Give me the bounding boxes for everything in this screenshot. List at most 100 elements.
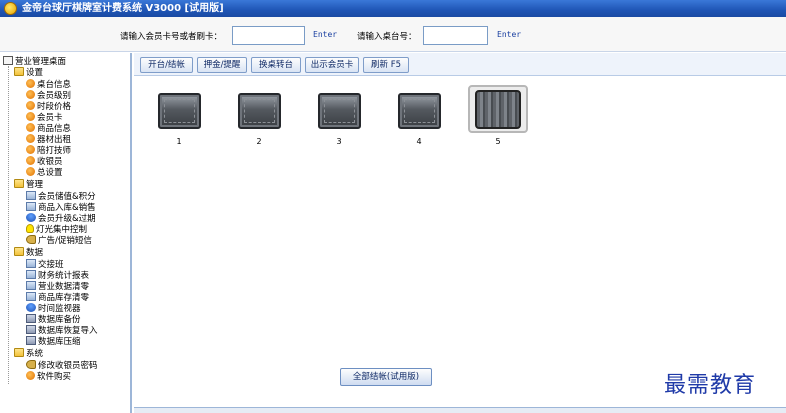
table-number: 2 xyxy=(256,137,262,146)
status-bar xyxy=(134,407,786,413)
orange-dot-icon xyxy=(26,112,35,121)
folder-icon xyxy=(14,348,24,357)
tree-item-time-price[interactable]: 时段价格 xyxy=(26,101,71,112)
clear-icon xyxy=(26,292,36,301)
user-upgrade-icon xyxy=(26,213,36,222)
table-tile-1[interactable]: 1 xyxy=(149,85,209,146)
wallet-icon xyxy=(26,191,36,200)
tree-item-label: 时间监视器 xyxy=(38,304,81,314)
table-tile-3[interactable]: 3 xyxy=(309,85,369,146)
tree-item-label: 软件购买 xyxy=(37,372,72,382)
tree-item-light-control[interactable]: 灯光集中控制 xyxy=(26,224,87,235)
tree-item-label: 商品信息 xyxy=(37,124,72,134)
watermark-text: 最需教育 xyxy=(664,373,757,398)
tree-item-member-deposit-points[interactable]: 会员储值&积分 xyxy=(26,191,96,202)
lookup-bar: 请输入会员卡号或者刷卡： Enter 请输入桌台号： Enter xyxy=(0,17,786,52)
tree-item-clear-business-data[interactable]: 营业数据清零 xyxy=(26,281,89,292)
orange-dot-icon xyxy=(26,90,35,99)
billiard-table-icon xyxy=(398,93,441,129)
tree-item-label: 收银员 xyxy=(37,157,63,167)
tree-item-db-restore[interactable]: 数据库恢复导入 xyxy=(26,325,98,336)
tree-item-label: 营业数据清零 xyxy=(38,282,90,292)
tree-item-clear-stock[interactable]: 商品库存清零 xyxy=(26,292,89,303)
billiard-table-icon xyxy=(238,93,281,129)
handover-icon xyxy=(26,259,36,268)
tree-item-coach[interactable]: 陪打技师 xyxy=(26,145,71,156)
tree-item-cashier[interactable]: 收银员 xyxy=(26,156,63,167)
orange-dot-icon xyxy=(26,167,35,176)
tree-group-settings[interactable]: 设置 xyxy=(14,67,43,78)
table-number-label: 请输入桌台号： xyxy=(357,32,417,42)
table-tile-2[interactable]: 2 xyxy=(229,85,289,146)
table-number-input[interactable] xyxy=(423,26,488,45)
app-icon xyxy=(4,2,17,15)
billiard-table-selected-icon xyxy=(475,90,521,129)
toolbar: 开台/结帐 押金/提醒 换桌转台 出示会员卡 刷新 F5 xyxy=(134,53,786,76)
key-icon xyxy=(26,360,36,369)
megaphone-icon xyxy=(26,235,36,244)
tree-item-db-backup[interactable]: 数据库备份 xyxy=(26,314,81,325)
database-icon xyxy=(26,325,36,334)
sell-member-card-button[interactable]: 出示会员卡 xyxy=(305,57,359,73)
tree-item-label: 数据库压缩 xyxy=(38,337,81,347)
nav-tree: 营业管理桌面 设置 桌台信息 会员级别 时段价格 会员卡 商品信息 器材出租 陪… xyxy=(0,53,132,413)
tree-item-label: 器材出租 xyxy=(37,135,72,145)
orange-dot-icon xyxy=(26,123,35,132)
refresh-button[interactable]: 刷新 F5 xyxy=(363,57,409,73)
tree-guide-line xyxy=(8,66,9,384)
tree-root[interactable]: 营业管理桌面 xyxy=(3,56,66,67)
tree-item-product-info[interactable]: 商品信息 xyxy=(26,123,71,134)
table-number: 1 xyxy=(176,137,182,146)
tree-item-label: 修改收银员密码 xyxy=(38,361,98,371)
tree-group-label: 系统 xyxy=(26,349,44,359)
change-table-button[interactable]: 换桌转台 xyxy=(251,57,301,73)
tree-item-label: 会员储值&积分 xyxy=(38,192,96,202)
orange-dot-icon xyxy=(26,101,35,110)
open-settle-button[interactable]: 开台/结帐 xyxy=(140,57,193,73)
orange-dot-icon xyxy=(26,371,35,380)
tree-item-label: 财务统计报表 xyxy=(38,271,90,281)
tree-item-member-card[interactable]: 会员卡 xyxy=(26,112,63,123)
tree-item-member-upgrade[interactable]: 会员升级&过期 xyxy=(26,213,96,224)
cart-icon xyxy=(26,202,36,211)
tree-item-db-compress[interactable]: 数据库压缩 xyxy=(26,336,81,347)
tree-item-time-monitor[interactable]: 时间监视器 xyxy=(26,303,81,314)
member-card-input[interactable] xyxy=(232,26,305,45)
settle-all-button[interactable]: 全部结帐(试用版) xyxy=(340,368,432,386)
tree-item-change-password[interactable]: 修改收银员密码 xyxy=(26,360,98,371)
tree-group-data[interactable]: 数据 xyxy=(14,247,43,258)
tree-item-label: 交接班 xyxy=(38,260,64,270)
report-icon xyxy=(26,270,36,279)
billiard-table-icon xyxy=(158,93,201,129)
tree-item-label: 会员卡 xyxy=(37,113,63,123)
home-icon xyxy=(3,56,13,65)
window-titlebar: 金帝台球厅棋牌室计费系统 V3000 [试用版] xyxy=(0,0,786,17)
database-icon xyxy=(26,336,36,345)
tree-item-general-settings[interactable]: 总设置 xyxy=(26,167,63,178)
deposit-remind-button[interactable]: 押金/提醒 xyxy=(197,57,247,73)
table-number: 5 xyxy=(495,137,501,146)
table-tile-5[interactable]: 5 xyxy=(468,85,528,146)
tree-item-label: 时段价格 xyxy=(37,102,72,112)
table-tile-4[interactable]: 4 xyxy=(389,85,449,146)
tree-item-finance-report[interactable]: 财务统计报表 xyxy=(26,270,89,281)
tree-item-equipment-rental[interactable]: 器材出租 xyxy=(26,134,71,145)
folder-icon xyxy=(14,179,24,188)
tree-item-label: 商品库存清零 xyxy=(38,293,90,303)
tree-item-sms-promo[interactable]: 广告/促销短信 xyxy=(26,235,92,246)
tree-item-table-info[interactable]: 桌台信息 xyxy=(26,79,71,90)
billiard-table-icon xyxy=(318,93,361,129)
orange-dot-icon xyxy=(26,134,35,143)
tree-item-shift-handover[interactable]: 交接班 xyxy=(26,259,64,270)
orange-dot-icon xyxy=(26,156,35,165)
tree-group-system[interactable]: 系统 xyxy=(14,348,43,359)
tree-group-label: 数据 xyxy=(26,248,44,258)
tree-item-label: 桌台信息 xyxy=(37,80,72,90)
table-panel: 开台/结帐 押金/提醒 换桌转台 出示会员卡 刷新 F5 1 2 3 4 5 全… xyxy=(134,53,786,413)
clear-icon xyxy=(26,281,36,290)
member-card-label: 请输入会员卡号或者刷卡： xyxy=(120,32,223,42)
tree-group-management[interactable]: 管理 xyxy=(14,179,43,190)
tree-item-buy-software[interactable]: 软件购买 xyxy=(26,371,71,382)
tree-item-stock-sales[interactable]: 商品入库&销售 xyxy=(26,202,96,213)
tree-item-member-level[interactable]: 会员级别 xyxy=(26,90,71,101)
